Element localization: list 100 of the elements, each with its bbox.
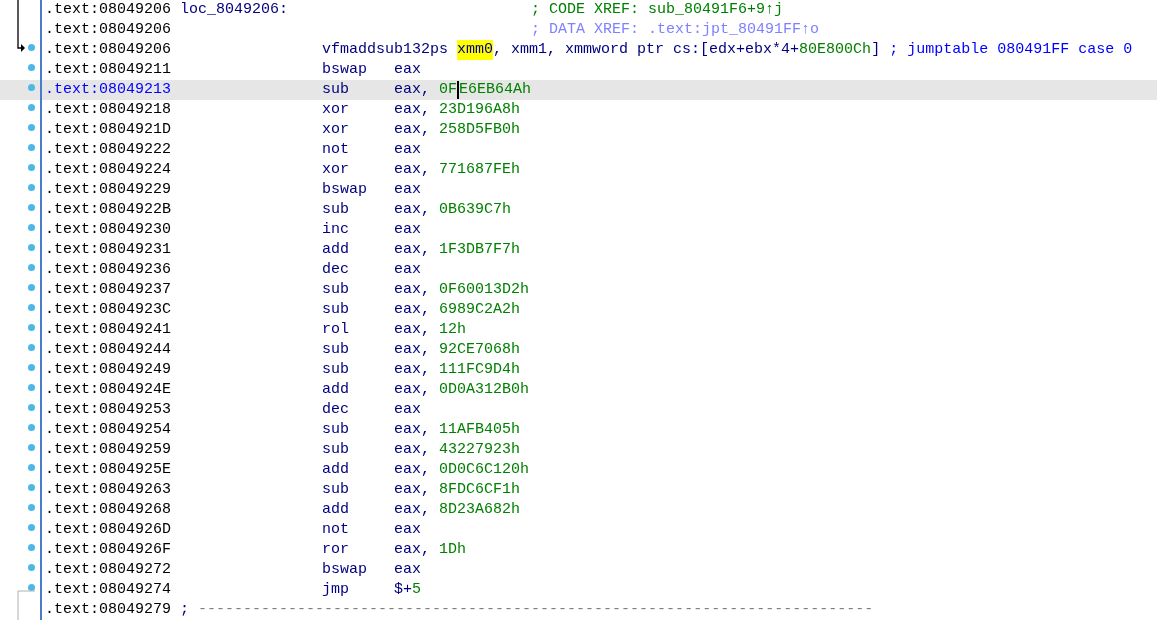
operand-text: eax, — [394, 100, 431, 120]
code-line[interactable]: .text:08049268 add eax, 8D23A682h — [0, 500, 1157, 520]
code-line[interactable]: .text:08049272 bswap eax — [0, 560, 1157, 580]
instruction-mnemonic: sub — [322, 80, 350, 100]
comment: ; jumptable 080491FF case 0 — [889, 40, 1133, 60]
code-line[interactable]: .text:0804922B sub eax, 0B639C7h — [0, 200, 1157, 220]
code-line[interactable]: .text:08049259 sub eax, 43227923h — [0, 440, 1157, 460]
address: .text:08049222 — [45, 140, 172, 160]
operand-text: eax — [394, 60, 421, 80]
code-line[interactable]: .text:0804921D xor eax, 258D5FB0h — [0, 120, 1157, 140]
address: .text:0804926D — [45, 520, 172, 540]
operand-number: 12h — [439, 320, 467, 340]
instruction-mnemonic: xor — [322, 120, 350, 140]
instruction-mnemonic: rol — [322, 320, 350, 340]
operand-text: ] — [871, 40, 881, 60]
instruction-mnemonic: add — [322, 380, 350, 400]
code-line[interactable]: .text:08049230 inc eax — [0, 220, 1157, 240]
operand-number: 771687FEh — [439, 160, 521, 180]
code-line[interactable]: .text:08049253 dec eax — [0, 400, 1157, 420]
address: .text:08049259 — [45, 440, 172, 460]
code-line[interactable]: .text:08049206 ; DATA XREF: .text:jpt_80491FF↑o — [0, 20, 1157, 40]
instruction-mnemonic: bswap — [322, 60, 368, 80]
operand-number: 0F — [439, 80, 458, 100]
operand-number: 8D23A682h — [439, 500, 521, 520]
instruction-mnemonic: dec — [322, 260, 350, 280]
code-line[interactable]: .text:0804926F ror eax, 1Dh — [0, 540, 1157, 560]
operand-number: 11AFB405h — [439, 420, 521, 440]
instruction-mnemonic: sub — [322, 440, 350, 460]
operand-number: 0B639C7h — [439, 200, 512, 220]
code-line[interactable]: .text:08049211 bswap eax — [0, 60, 1157, 80]
code-line[interactable]: .text:08049249 sub eax, 111FC9D4h — [0, 360, 1157, 380]
code-line[interactable]: .text:08049206 vfmaddsub132ps xmm0, xmm1, xmmword ptr cs:[edx+ebx*4+80E800Ch] ; jumptable 080491FF case 0 — [0, 40, 1157, 60]
operand-number: 92CE7068h — [439, 340, 521, 360]
instruction-mnemonic: sub — [322, 360, 350, 380]
instruction-mnemonic: jmp — [322, 580, 350, 600]
address: .text:08049236 — [45, 260, 172, 280]
code-line[interactable]: .text:08049244 sub eax, 92CE7068h — [0, 340, 1157, 360]
address: .text:0804926F — [45, 540, 172, 560]
address: .text:08049279 — [45, 600, 172, 620]
code-line[interactable]: .text:08049241 rol eax, 12h — [0, 320, 1157, 340]
code-line[interactable]: .text:08049236 dec eax — [0, 260, 1157, 280]
code-line[interactable]: .text:08049279 ; --------------------------------------------------------------------------- — [0, 600, 1157, 620]
address: .text:08049253 — [45, 400, 172, 420]
instruction-mnemonic: sub — [322, 340, 350, 360]
operand-text: eax, — [394, 320, 431, 340]
operand-number: 5 — [412, 580, 422, 600]
instruction-mnemonic: ror — [322, 540, 350, 560]
instruction-mnemonic: sub — [322, 300, 350, 320]
operand-text: eax, — [394, 500, 431, 520]
operand-text: eax — [394, 180, 421, 200]
code-line[interactable]: .text:08049263 sub eax, 8FDC6CF1h — [0, 480, 1157, 500]
operand-text: eax, — [394, 480, 431, 500]
address: .text:08049231 — [45, 240, 172, 260]
code-line[interactable]: .text:08049274 jmp $+5 — [0, 580, 1157, 600]
address: .text:08049206 — [45, 40, 172, 60]
code-line[interactable]: .text:0804923C sub eax, 6989C2A2h — [0, 300, 1157, 320]
instruction-mnemonic: vfmaddsub132ps — [322, 40, 449, 60]
address: .text:08049229 — [45, 180, 172, 200]
code-line[interactable]: .text:0804925E add eax, 0D0C6C120h — [0, 460, 1157, 480]
code-line[interactable]: .text:08049224 xor eax, 771687FEh — [0, 160, 1157, 180]
code-line[interactable]: .text:08049222 not eax — [0, 140, 1157, 160]
address: .text:08049213 — [45, 80, 172, 100]
code-line[interactable]: .text:08049237 sub eax, 0F60013D2h — [0, 280, 1157, 300]
comment: ; DATA XREF: .text:jpt_80491FF↑o — [531, 20, 820, 40]
instruction-mnemonic: not — [322, 520, 350, 540]
operand-text: eax, — [394, 120, 431, 140]
address: .text:08049218 — [45, 100, 172, 120]
address: .text:08049211 — [45, 60, 172, 80]
instruction-mnemonic: add — [322, 240, 350, 260]
operand-text: , xmm1, xmmword ptr cs:[edx+ebx*4+ — [493, 40, 800, 60]
operand-text: eax, — [394, 540, 431, 560]
code-line[interactable]: .text:08049206 loc_8049206: ; CODE XREF: sub_80491F6+9↑j — [0, 0, 1157, 20]
operand-number: 111FC9D4h — [439, 360, 521, 380]
jump-arrow — [17, 0, 25, 52]
operand-text: eax — [394, 560, 421, 580]
highlighted-register: xmm0 — [457, 40, 494, 60]
operand-text: eax, — [394, 80, 431, 100]
address: .text:08049230 — [45, 220, 172, 240]
instruction-mnemonic: not — [322, 140, 350, 160]
code-line[interactable]: .text:08049254 sub eax, 11AFB405h — [0, 420, 1157, 440]
address: .text:0804923C — [45, 300, 172, 320]
code-line[interactable]: .text:08049229 bswap eax — [0, 180, 1157, 200]
code-line[interactable]: .text:08049231 add eax, 1F3DB7F7h — [0, 240, 1157, 260]
code-line[interactable]: .text:08049218 xor eax, 23D196A8h — [0, 100, 1157, 120]
operand-text: eax, — [394, 440, 431, 460]
instruction-mnemonic: sub — [322, 420, 350, 440]
operand-number: 258D5FB0h — [439, 120, 521, 140]
operand-text: $+ — [394, 580, 412, 600]
address: .text:0804922B — [45, 200, 172, 220]
operand-number: 0F60013D2h — [439, 280, 530, 300]
code-line[interactable]: .text:0804924E add eax, 0D0A312B0h — [0, 380, 1157, 400]
operand-text: eax, — [394, 200, 431, 220]
flow-line — [17, 590, 36, 620]
operand-text: eax, — [394, 240, 431, 260]
address: .text:08049244 — [45, 340, 172, 360]
code-line[interactable]: .text:0804926D not eax — [0, 520, 1157, 540]
address: .text:08049274 — [45, 580, 172, 600]
instruction-mnemonic: dec — [322, 400, 350, 420]
instruction-mnemonic: sub — [322, 480, 350, 500]
operand-text: eax — [394, 400, 421, 420]
